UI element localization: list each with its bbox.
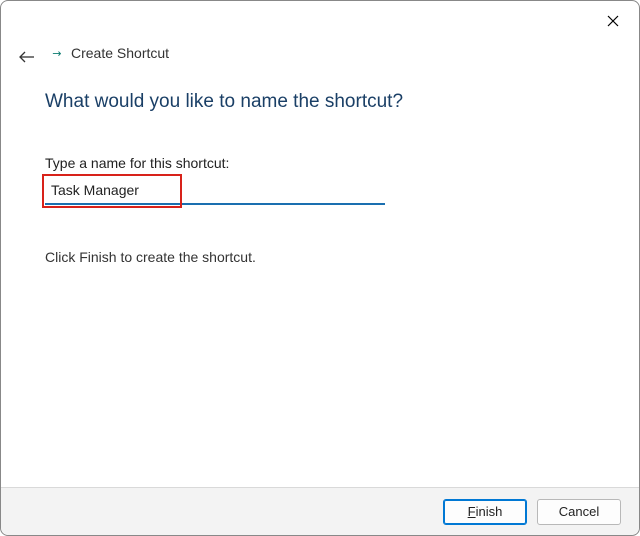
close-icon: [607, 15, 619, 27]
page-heading: What would you like to name the shortcut…: [45, 91, 595, 113]
close-button[interactable]: [603, 11, 623, 31]
shortcut-arrow-icon: ↘: [49, 45, 65, 61]
finish-mnemonic: F: [468, 504, 476, 519]
dialog-footer: Finish Cancel: [1, 487, 639, 535]
dialog-content: What would you like to name the shortcut…: [45, 91, 595, 265]
input-row: [45, 177, 385, 205]
create-shortcut-dialog: ↘ Create Shortcut What would you like to…: [0, 0, 640, 536]
dialog-title: Create Shortcut: [71, 45, 169, 61]
shortcut-name-label: Type a name for this shortcut:: [45, 155, 595, 171]
finish-button[interactable]: Finish: [443, 499, 527, 525]
cancel-button[interactable]: Cancel: [537, 499, 621, 525]
shortcut-icon: ↘: [49, 45, 65, 61]
back-button[interactable]: [17, 47, 37, 67]
arrow-left-icon: [19, 50, 35, 64]
shortcut-name-input[interactable]: [45, 177, 385, 205]
finish-label-rest: inish: [476, 504, 503, 519]
instruction-text: Click Finish to create the shortcut.: [45, 249, 595, 265]
